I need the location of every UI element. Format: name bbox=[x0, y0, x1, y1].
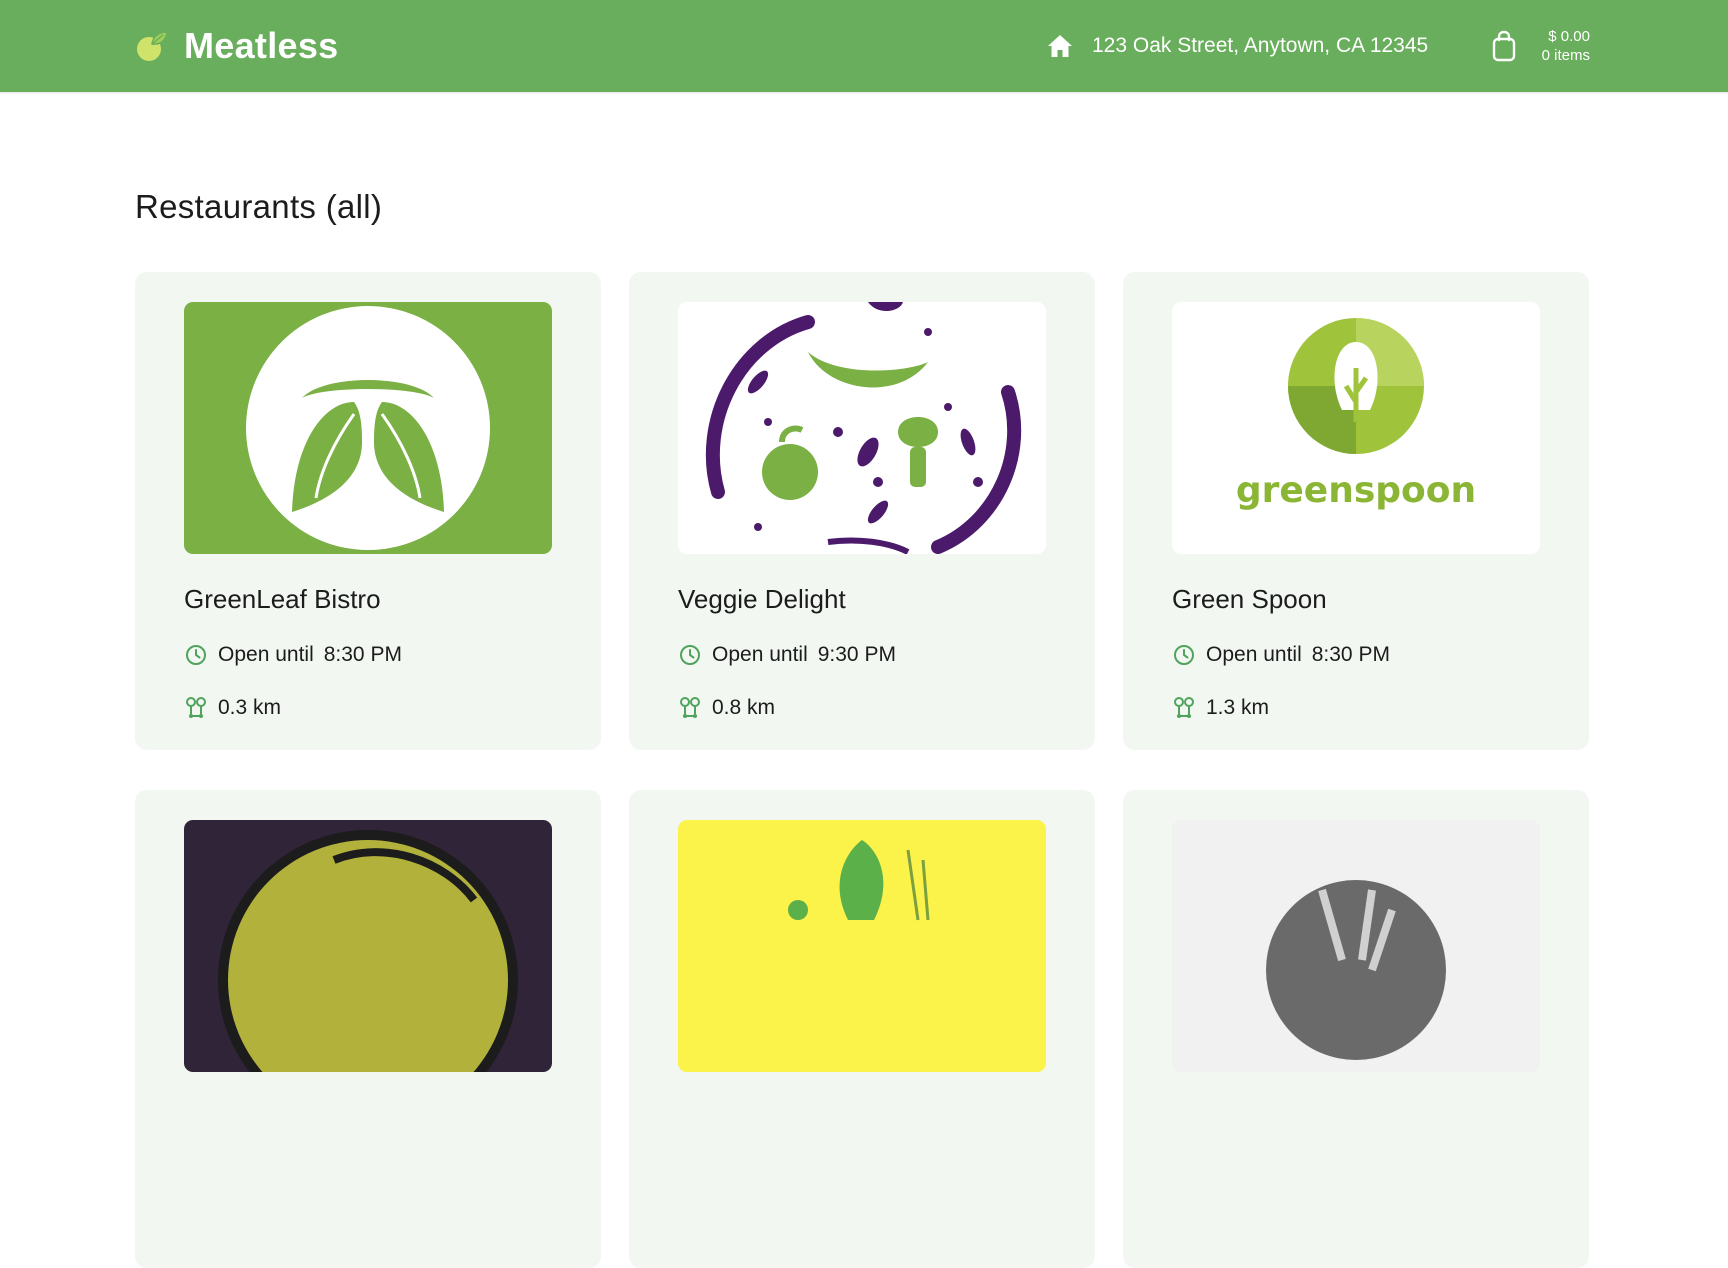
page-title: Restaurants (all) bbox=[135, 188, 383, 225]
hours-label: Open until bbox=[712, 643, 808, 666]
leaf-logo-icon bbox=[137, 31, 168, 61]
clock-icon bbox=[680, 645, 700, 665]
address-text: 123 Oak Street, Anytown, CA 12345 bbox=[1092, 34, 1429, 57]
restaurant-name: Veggie Delight bbox=[678, 584, 846, 614]
route-pin-icon bbox=[1174, 697, 1194, 718]
restaurant-logo-image bbox=[184, 302, 552, 554]
logo-text: greenspoon bbox=[1236, 470, 1476, 511]
cart-button[interactable]: $ 0.00 0 items bbox=[1490, 22, 1590, 70]
distance-value: 0.8 km bbox=[712, 696, 776, 719]
restaurant-card[interactable]: greenspoon Green Spoon Open until 8:30 P… bbox=[1123, 272, 1589, 750]
restaurant-grid: GreenLeaf Bistro Open until 8:30 PM 0.3 … bbox=[135, 272, 1589, 1268]
cart-item-count: 0 items bbox=[1541, 47, 1590, 64]
hours-label: Open until bbox=[1206, 643, 1302, 666]
restaurant-name: GreenLeaf Bistro bbox=[184, 584, 381, 614]
restaurant-name bbox=[1172, 1100, 1541, 1134]
cart-summary: $ 0.00 0 items bbox=[1542, 27, 1590, 65]
hours-label: Open until bbox=[218, 643, 314, 666]
clock-icon bbox=[1174, 645, 1194, 665]
hours-time: 9:30 PM bbox=[817, 643, 896, 666]
restaurant-logo-image bbox=[678, 302, 1046, 554]
distance: 0.8 km bbox=[678, 693, 1047, 723]
distance: 0.3 km bbox=[184, 693, 553, 723]
restaurant-card[interactable] bbox=[1123, 790, 1589, 1268]
restaurant-logo-image bbox=[678, 820, 1046, 1072]
route-pin-icon bbox=[680, 697, 700, 718]
opening-hours: Open until 9:30 PM bbox=[678, 640, 1047, 670]
restaurant-logo-image bbox=[1172, 820, 1540, 1072]
home-icon bbox=[1048, 35, 1072, 57]
restaurant-name: Green Spoon bbox=[1172, 584, 1327, 614]
opening-hours: Open until 8:30 PM bbox=[184, 640, 553, 670]
brand[interactable]: Meatless bbox=[136, 22, 339, 70]
hours-time: 8:30 PM bbox=[323, 643, 402, 666]
restaurant-card[interactable]: Veggie Delight Open until 9:30 PM 0.8 km bbox=[629, 272, 1095, 750]
restaurant-name bbox=[184, 1100, 553, 1134]
brand-name: Meatless bbox=[184, 25, 339, 66]
shopping-bag-icon bbox=[1492, 30, 1516, 62]
cart-total: $ 0.00 bbox=[1548, 28, 1590, 45]
top-header: Meatless 123 Oak Street, Anytown, CA 123… bbox=[0, 0, 1728, 92]
restaurant-logo-image bbox=[184, 820, 552, 1072]
delivery-address[interactable]: 123 Oak Street, Anytown, CA 12345 bbox=[1046, 26, 1428, 66]
clock-icon bbox=[186, 645, 206, 665]
restaurant-card[interactable]: GreenLeaf Bistro Open until 8:30 PM 0.3 … bbox=[135, 272, 601, 750]
distance-value: 1.3 km bbox=[1206, 696, 1270, 719]
route-pin-icon bbox=[186, 697, 206, 718]
hours-time: 8:30 PM bbox=[1311, 643, 1390, 666]
restaurant-name bbox=[678, 1100, 1047, 1134]
distance: 1.3 km bbox=[1172, 693, 1541, 723]
distance-value: 0.3 km bbox=[218, 696, 282, 719]
opening-hours: Open until 8:30 PM bbox=[1172, 640, 1541, 670]
restaurant-card[interactable] bbox=[135, 790, 601, 1268]
restaurant-card[interactable] bbox=[629, 790, 1095, 1268]
restaurant-logo-image: greenspoon bbox=[1172, 302, 1540, 554]
